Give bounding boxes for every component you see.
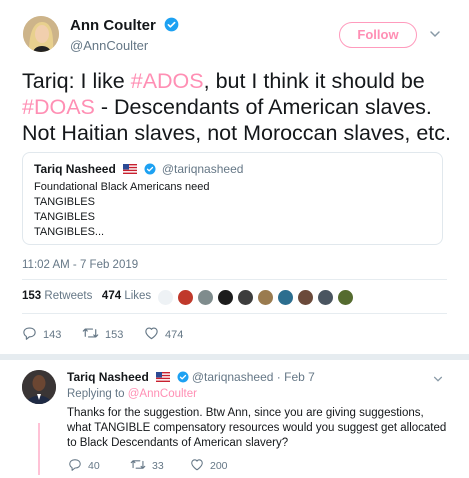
divider xyxy=(22,279,447,280)
reply-icon xyxy=(68,458,82,474)
quoted-tweet-header: Tariq Nasheed @tariqnasheed xyxy=(34,162,243,178)
author-avatar[interactable] xyxy=(23,16,59,52)
retweets-label[interactable]: Retweets xyxy=(44,290,92,302)
reply-author-avatar[interactable] xyxy=(22,370,56,404)
retweets-count[interactable]: 153 xyxy=(22,290,41,302)
reply-header: Tariq Nasheed @tariqnasheed · Feb 7 xyxy=(67,370,315,386)
retweet-count: 153 xyxy=(105,328,124,341)
quoted-tweet-card[interactable]: Tariq Nasheed @tariqnasheed Foundational… xyxy=(22,152,443,245)
reply-reply-count: 40 xyxy=(88,460,100,472)
reply-author-name[interactable]: Tariq Nasheed xyxy=(67,370,149,384)
reply-like-count: 200 xyxy=(210,460,228,472)
verified-icon xyxy=(164,17,179,36)
tweet-text-part-1: Tariq: I like xyxy=(22,69,131,93)
follow-button[interactable]: Follow xyxy=(339,22,417,48)
quoted-tweet-body: Foundational Black Americans need TANGIB… xyxy=(34,181,210,238)
heart-icon xyxy=(144,326,159,343)
heart-icon xyxy=(190,458,204,474)
retweet-action[interactable]: 33 xyxy=(130,458,164,474)
reply-retweet-count: 33 xyxy=(152,460,164,472)
likes-label[interactable]: Likes xyxy=(124,290,151,302)
likes-count[interactable]: 474 xyxy=(102,290,121,302)
reply-body: Thanks for the suggestion. Btw Ann, sinc… xyxy=(67,407,447,449)
replying-to-link[interactable]: @AnnCoulter xyxy=(128,388,197,400)
liker-avatar[interactable] xyxy=(177,289,194,306)
retweet-action[interactable]: 153 xyxy=(82,326,123,343)
verified-icon xyxy=(144,163,156,178)
replying-to: Replying to @AnnCoulter xyxy=(67,388,197,400)
liker-avatar[interactable] xyxy=(277,289,294,306)
hashtag-link-ados[interactable]: #ADOS xyxy=(131,69,204,93)
tweet-timestamp[interactable]: 11:02 AM - 7 Feb 2019 xyxy=(22,259,138,271)
retweet-icon xyxy=(130,458,146,474)
thread-connector xyxy=(38,423,40,475)
chevron-down-icon[interactable] xyxy=(432,372,444,390)
reply-date[interactable]: Feb 7 xyxy=(284,370,315,384)
verified-icon xyxy=(177,371,189,386)
dot-separator: · xyxy=(276,370,281,384)
us-flag-icon xyxy=(123,163,138,177)
tweet-stats: 153 Retweets 474 Likes xyxy=(22,290,151,302)
replying-prefix: Replying to xyxy=(67,388,125,400)
reply-author-handle[interactable]: @tariqnasheed xyxy=(192,370,274,384)
like-action[interactable]: 474 xyxy=(144,326,183,343)
hashtag-link-doas[interactable]: #DOAS xyxy=(22,95,95,119)
reply-action[interactable]: 40 xyxy=(68,458,100,474)
reply-count: 143 xyxy=(43,328,62,341)
liker-avatar[interactable] xyxy=(237,289,254,306)
reply-action[interactable]: 143 xyxy=(22,326,61,343)
like-action[interactable]: 200 xyxy=(190,458,228,474)
chevron-down-icon[interactable] xyxy=(428,27,442,46)
quoted-author-handle: @tariqnasheed xyxy=(161,162,244,176)
tweet-text-part-2: , but I think it should be xyxy=(203,69,425,93)
author-handle[interactable]: @AnnCoulter xyxy=(70,38,148,53)
liker-avatar[interactable] xyxy=(317,289,334,306)
us-flag-icon xyxy=(156,371,171,385)
section-separator xyxy=(0,354,469,360)
author-name-text[interactable]: Ann Coulter xyxy=(70,17,156,34)
liker-avatar[interactable] xyxy=(197,289,214,306)
reply-icon xyxy=(22,326,37,343)
like-count: 474 xyxy=(165,328,184,341)
author-name[interactable]: Ann Coulter xyxy=(70,17,179,36)
liker-avatar[interactable] xyxy=(297,289,314,306)
quoted-author-name: Tariq Nasheed xyxy=(34,162,116,176)
liker-avatar[interactable] xyxy=(217,289,234,306)
retweet-icon xyxy=(82,326,99,343)
liker-avatar[interactable] xyxy=(337,289,354,306)
liker-avatar[interactable] xyxy=(157,289,174,306)
tweet-text: Tariq: I like #ADOS, but I think it shou… xyxy=(22,68,462,146)
tweet-header: Ann Coulter @AnnCoulter Follow xyxy=(0,0,469,64)
divider xyxy=(22,313,447,314)
liker-avatar[interactable] xyxy=(257,289,274,306)
